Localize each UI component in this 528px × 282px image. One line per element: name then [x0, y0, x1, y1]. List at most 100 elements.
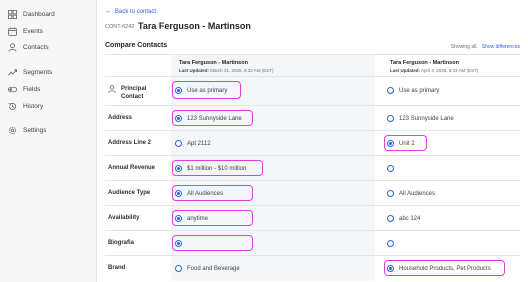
option-value: All Audiences: [399, 190, 436, 197]
option-value: Household Products, Pet Products: [399, 265, 491, 272]
sidebar-item-label: History: [23, 102, 44, 110]
table-row: Address Line 2 Apt 2112 Unit 2: [105, 131, 520, 156]
option-column-a[interactable]: Food and Beverage: [175, 265, 240, 272]
option-value: Apt 2112: [187, 140, 211, 147]
option-column-b[interactable]: [387, 165, 399, 172]
history-icon: [8, 102, 17, 111]
sidebar-item-settings[interactable]: Settings: [8, 123, 47, 137]
back-to-contact-link[interactable]: ← Back to contact: [105, 8, 156, 15]
sidebar-item-label: Segments: [23, 68, 53, 76]
table-row: Brand Food and Beverage Household Produc…: [105, 256, 520, 281]
sidebar-item-label: Fields: [23, 85, 41, 93]
sidebar-item-segments[interactable]: Segments: [8, 65, 52, 79]
column-b-updated: Last Updated: April 3, 2025, 8:33 AM (ES…: [390, 68, 478, 73]
table-row: Biografia: [105, 231, 520, 256]
showing-label: Showing all.: [450, 44, 478, 50]
radio-button[interactable]: [387, 115, 394, 122]
radio-button[interactable]: [175, 115, 182, 122]
contact-id: CONT-6242: [105, 24, 135, 30]
option-column-b[interactable]: Unit 2: [387, 140, 415, 147]
updated-value: March 31, 2025, 8:32 AM (EST): [210, 68, 274, 73]
row-label: Address: [108, 115, 133, 121]
sidebar-item-dashboard[interactable]: Dashboard: [8, 7, 55, 21]
sidebar-item-events[interactable]: Events: [8, 24, 43, 38]
calendar-icon: [8, 26, 17, 36]
trend-icon: [8, 68, 17, 77]
column-b-name: Tara Ferguson - Martinson: [390, 60, 459, 66]
sidebar-item-history[interactable]: History: [8, 99, 43, 113]
table-row: Availability anytime abc 124: [105, 206, 520, 231]
radio-button[interactable]: [387, 215, 394, 222]
row-label: Biografia: [108, 240, 135, 246]
option-column-a[interactable]: 123 Sunnyside Lane: [175, 115, 242, 122]
app-window: Dashboard Events Contacts Segments Field…: [0, 0, 528, 282]
table-row: Audience Type All Audiences All Audience…: [105, 181, 520, 206]
section-title: Compare Contacts: [105, 42, 168, 49]
option-column-b[interactable]: All Audiences: [387, 190, 435, 197]
radio-button[interactable]: [175, 190, 182, 197]
option-value: 123 Sunnyside Lane: [399, 115, 454, 122]
table-row: Principal Contact Use as primary Use as …: [105, 77, 520, 106]
grid-icon: [8, 9, 17, 19]
row-label: Annual Revenue: [108, 165, 156, 171]
back-link-label: Back to contact: [115, 8, 157, 15]
toggle-icon: [8, 85, 17, 94]
sidebar-item-label: Contacts: [23, 43, 49, 51]
row-label: Address Line 2: [108, 140, 152, 146]
radio-button[interactable]: [387, 265, 394, 272]
option-value: Use as primary: [187, 87, 228, 94]
option-column-a[interactable]: [175, 240, 187, 247]
sidebar-item-label: Dashboard: [23, 10, 55, 18]
option-column-b[interactable]: [387, 240, 399, 247]
option-column-a[interactable]: Use as primary: [175, 87, 227, 94]
option-column-b[interactable]: Use as primary: [387, 87, 439, 94]
updated-prefix: Last Updated:: [179, 68, 210, 73]
option-column-b[interactable]: 123 Sunnyside Lane: [387, 115, 454, 122]
radio-button[interactable]: [387, 165, 394, 172]
gear-icon: [8, 126, 17, 135]
radio-button[interactable]: [175, 140, 182, 147]
radio-button[interactable]: [387, 87, 394, 94]
option-column-a[interactable]: All Audiences: [175, 190, 223, 197]
option-column-b[interactable]: abc 124: [387, 215, 420, 222]
option-value: Use as primary: [399, 87, 440, 94]
option-value: abc 124: [399, 215, 421, 222]
table-row: Address 123 Sunnyside Lane 123 Sunnyside…: [105, 106, 520, 131]
show-differences-link[interactable]: Show differences: [482, 44, 520, 50]
option-column-a[interactable]: anytime: [175, 215, 208, 222]
person-icon: [8, 42, 17, 52]
option-value: Food and Beverage: [187, 265, 240, 272]
option-value: 123 Sunnyside Lane: [187, 115, 242, 122]
updated-prefix: Last Updated:: [390, 68, 421, 73]
arrow-left-icon: ←: [105, 8, 112, 15]
option-column-b[interactable]: Household Products, Pet Products: [387, 265, 491, 272]
main-content: ← Back to contact CONT-6242 Tara Ferguso…: [97, 0, 528, 282]
option-value: anytime: [187, 215, 209, 222]
table-header-row: Tara Ferguson - Martinson Last Updated: …: [105, 55, 520, 77]
column-a-name: Tara Ferguson - Martinson: [179, 60, 248, 66]
radio-button[interactable]: [175, 87, 182, 94]
option-column-a[interactable]: Apt 2112: [175, 140, 211, 147]
sidebar-item-fields[interactable]: Fields: [8, 82, 40, 96]
radio-button[interactable]: [387, 140, 394, 147]
row-label-text: Principal Contact: [121, 86, 147, 100]
radio-button[interactable]: [175, 165, 182, 172]
option-column-a[interactable]: $1 million - $10 million: [175, 165, 246, 172]
column-a-updated: Last Updated: March 31, 2025, 8:32 AM (E…: [179, 68, 274, 73]
radio-button[interactable]: [387, 240, 394, 247]
radio-button[interactable]: [387, 190, 394, 197]
table-row: Annual Revenue $1 million - $10 million: [105, 156, 520, 181]
option-value: $1 million - $10 million: [187, 165, 247, 172]
showing-filter: Showing all. Show differences: [451, 44, 520, 50]
radio-button[interactable]: [175, 240, 182, 247]
row-label: Brand: [108, 265, 126, 271]
compare-table: Tara Ferguson - Martinson Last Updated: …: [105, 54, 520, 281]
option-value: All Audiences: [187, 190, 224, 197]
row-label: Principal Contact: [108, 85, 168, 101]
sidebar-item-label: Events: [23, 27, 43, 35]
radio-button[interactable]: [175, 215, 182, 222]
radio-button[interactable]: [175, 265, 182, 272]
sidebar-item-label: Settings: [23, 126, 47, 134]
sidebar-item-contacts[interactable]: Contacts: [8, 40, 49, 54]
row-label: Audience Type: [108, 190, 151, 196]
